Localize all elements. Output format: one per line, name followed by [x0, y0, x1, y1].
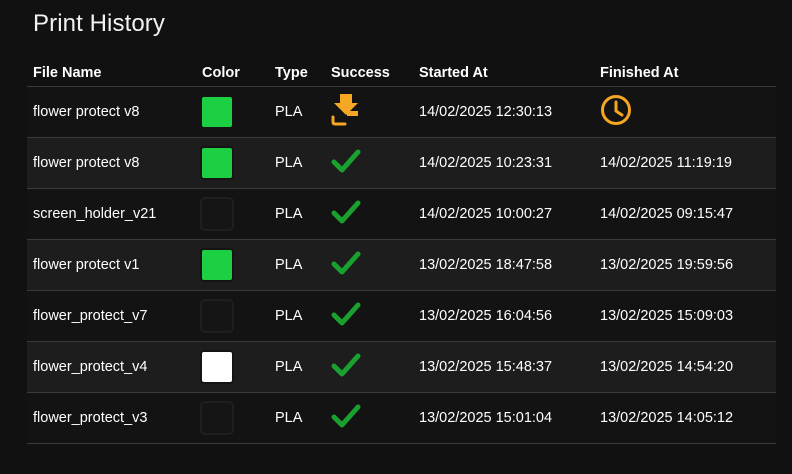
- color-swatch: [200, 146, 234, 180]
- finished-at-cell: 13/02/2025 19:59:56: [594, 239, 776, 291]
- finished-at-cell: 13/02/2025 15:09:03: [594, 290, 776, 342]
- column-header-success[interactable]: Success: [325, 60, 413, 87]
- success-cell: [325, 392, 413, 444]
- table-header-row: File Name Color Type Success Started At …: [27, 60, 776, 87]
- column-header-started-at[interactable]: Started At: [413, 60, 594, 87]
- file-name-cell: flower_protect_v3: [27, 392, 196, 444]
- check-icon: [331, 352, 361, 382]
- started-at-cell: 13/02/2025 18:47:58: [413, 239, 594, 291]
- started-at-cell: 14/02/2025 10:23:31: [413, 137, 594, 189]
- started-at-cell: 13/02/2025 16:04:56: [413, 290, 594, 342]
- table-row[interactable]: flower_protect_v4 PLA 13/02/2025 15:48:37 1…: [27, 341, 776, 393]
- clock-icon: [600, 94, 632, 130]
- color-swatch: [200, 248, 234, 282]
- type-cell: PLA: [269, 239, 325, 291]
- check-icon: [331, 199, 361, 229]
- success-cell: [325, 86, 413, 138]
- file-name-cell: flower protect v1: [27, 239, 196, 291]
- success-cell: [325, 239, 413, 291]
- check-icon: [331, 301, 361, 331]
- column-header-type[interactable]: Type: [269, 60, 325, 87]
- color-cell: [196, 341, 269, 393]
- check-icon: [331, 403, 361, 433]
- page-title: Print History: [33, 10, 165, 37]
- column-header-file-name[interactable]: File Name: [27, 60, 196, 87]
- success-cell: [325, 290, 413, 342]
- table-row[interactable]: screen_holder_v21 PLA 14/02/2025 10:00:27 1…: [27, 188, 776, 240]
- type-cell: PLA: [269, 290, 325, 342]
- column-header-finished-at[interactable]: Finished At: [594, 60, 776, 87]
- color-cell: [196, 86, 269, 138]
- print-history-panel: Print History File Name Color Type Succe…: [0, 0, 792, 474]
- finished-at-cell: 13/02/2025 14:05:12: [594, 392, 776, 444]
- started-at-cell: 13/02/2025 15:01:04: [413, 392, 594, 444]
- file-name-cell: flower_protect_v4: [27, 341, 196, 393]
- type-cell: PLA: [269, 341, 325, 393]
- started-at-cell: 14/02/2025 10:00:27: [413, 188, 594, 240]
- check-icon: [331, 148, 361, 178]
- color-cell: [196, 392, 269, 444]
- color-swatch: [200, 350, 234, 384]
- printing-icon: [331, 94, 361, 130]
- column-header-color[interactable]: Color: [196, 60, 269, 87]
- table-row[interactable]: flower protect v8 PLA 14/02/2025 12:30:13: [27, 86, 776, 138]
- color-cell: [196, 137, 269, 189]
- table-body: flower protect v8 PLA 14/02/2025 12:30:13 f…: [27, 86, 776, 444]
- type-cell: PLA: [269, 86, 325, 138]
- file-name-cell: flower_protect_v7: [27, 290, 196, 342]
- started-at-cell: 14/02/2025 12:30:13: [413, 86, 594, 138]
- type-cell: PLA: [269, 392, 325, 444]
- color-swatch: [200, 299, 234, 333]
- color-swatch: [200, 401, 234, 435]
- table-row[interactable]: flower protect v1 PLA 13/02/2025 18:47:58 1…: [27, 239, 776, 291]
- finished-at-cell: 13/02/2025 14:54:20: [594, 341, 776, 393]
- check-icon: [331, 250, 361, 280]
- success-cell: [325, 137, 413, 189]
- success-cell: [325, 188, 413, 240]
- file-name-cell: flower protect v8: [27, 137, 196, 189]
- finished-at-cell: 14/02/2025 09:15:47: [594, 188, 776, 240]
- color-cell: [196, 239, 269, 291]
- table-row[interactable]: flower protect v8 PLA 14/02/2025 10:23:31 1…: [27, 137, 776, 189]
- finished-at-cell: 14/02/2025 11:19:19: [594, 137, 776, 189]
- color-swatch: [200, 95, 234, 129]
- type-cell: PLA: [269, 188, 325, 240]
- started-at-cell: 13/02/2025 15:48:37: [413, 341, 594, 393]
- file-name-cell: flower protect v8: [27, 86, 196, 138]
- table-row[interactable]: flower_protect_v3 PLA 13/02/2025 15:01:04 1…: [27, 392, 776, 444]
- color-swatch: [200, 197, 234, 231]
- success-cell: [325, 341, 413, 393]
- file-name-cell: screen_holder_v21: [27, 188, 196, 240]
- type-cell: PLA: [269, 137, 325, 189]
- finished-at-cell: [594, 86, 776, 138]
- color-cell: [196, 188, 269, 240]
- table-row[interactable]: flower_protect_v7 PLA 13/02/2025 16:04:56 1…: [27, 290, 776, 342]
- print-history-table: File Name Color Type Success Started At …: [27, 60, 776, 444]
- color-cell: [196, 290, 269, 342]
